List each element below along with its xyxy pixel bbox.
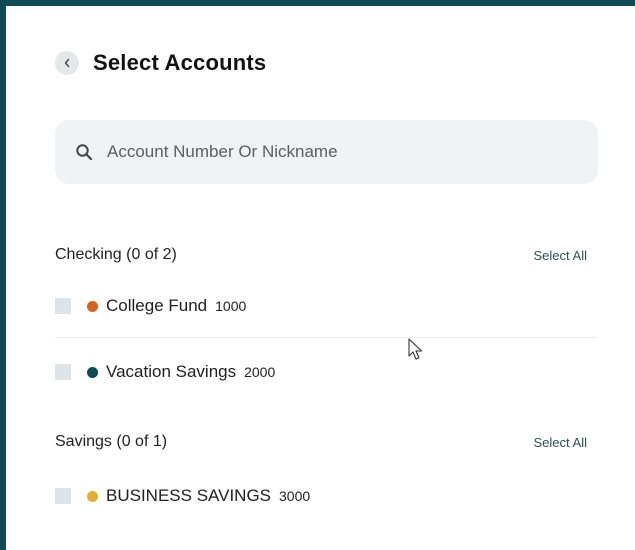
select-accounts-panel: Select Accounts Checking (0 of 2) Select…	[0, 0, 635, 550]
account-checkbox[interactable]	[55, 364, 71, 380]
account-name: BUSINESS SAVINGS	[106, 486, 272, 505]
mouse-pointer-icon	[408, 338, 423, 360]
divider	[55, 337, 598, 338]
account-name: Vacation Savings	[106, 362, 237, 381]
account-checkbox[interactable]	[55, 298, 71, 314]
section-title-savings: Savings (0 of 1)	[55, 433, 168, 450]
account-number: 2000	[244, 364, 276, 380]
select-all-checking-link[interactable]: Select All	[534, 248, 587, 263]
select-all-savings-link[interactable]: Select All	[534, 435, 587, 450]
chevron-left-icon	[64, 58, 70, 68]
account-name: College Fund	[106, 296, 208, 315]
account-row-college-fund[interactable]: College Fund 1000	[55, 296, 246, 316]
account-color-dot	[87, 490, 98, 502]
account-number: 3000	[279, 488, 311, 504]
page-title: Select Accounts	[93, 50, 267, 75]
account-row-vacation-savings[interactable]: Vacation Savings 2000	[55, 362, 275, 382]
header: Select Accounts	[55, 50, 266, 76]
account-number: 1000	[215, 298, 247, 314]
account-row-business-savings[interactable]: BUSINESS SAVINGS 3000	[55, 486, 310, 506]
back-button[interactable]	[55, 51, 79, 75]
savings-section-header: Savings (0 of 1) Select All	[55, 433, 587, 451]
account-color-dot	[87, 300, 98, 312]
account-checkbox[interactable]	[55, 488, 71, 504]
search-box[interactable]	[55, 120, 598, 184]
account-color-dot	[87, 366, 98, 378]
checking-section-header: Checking (0 of 2) Select All	[55, 246, 587, 264]
search-icon	[75, 143, 93, 161]
search-input[interactable]	[105, 141, 569, 163]
section-title-checking: Checking (0 of 2)	[55, 246, 177, 263]
